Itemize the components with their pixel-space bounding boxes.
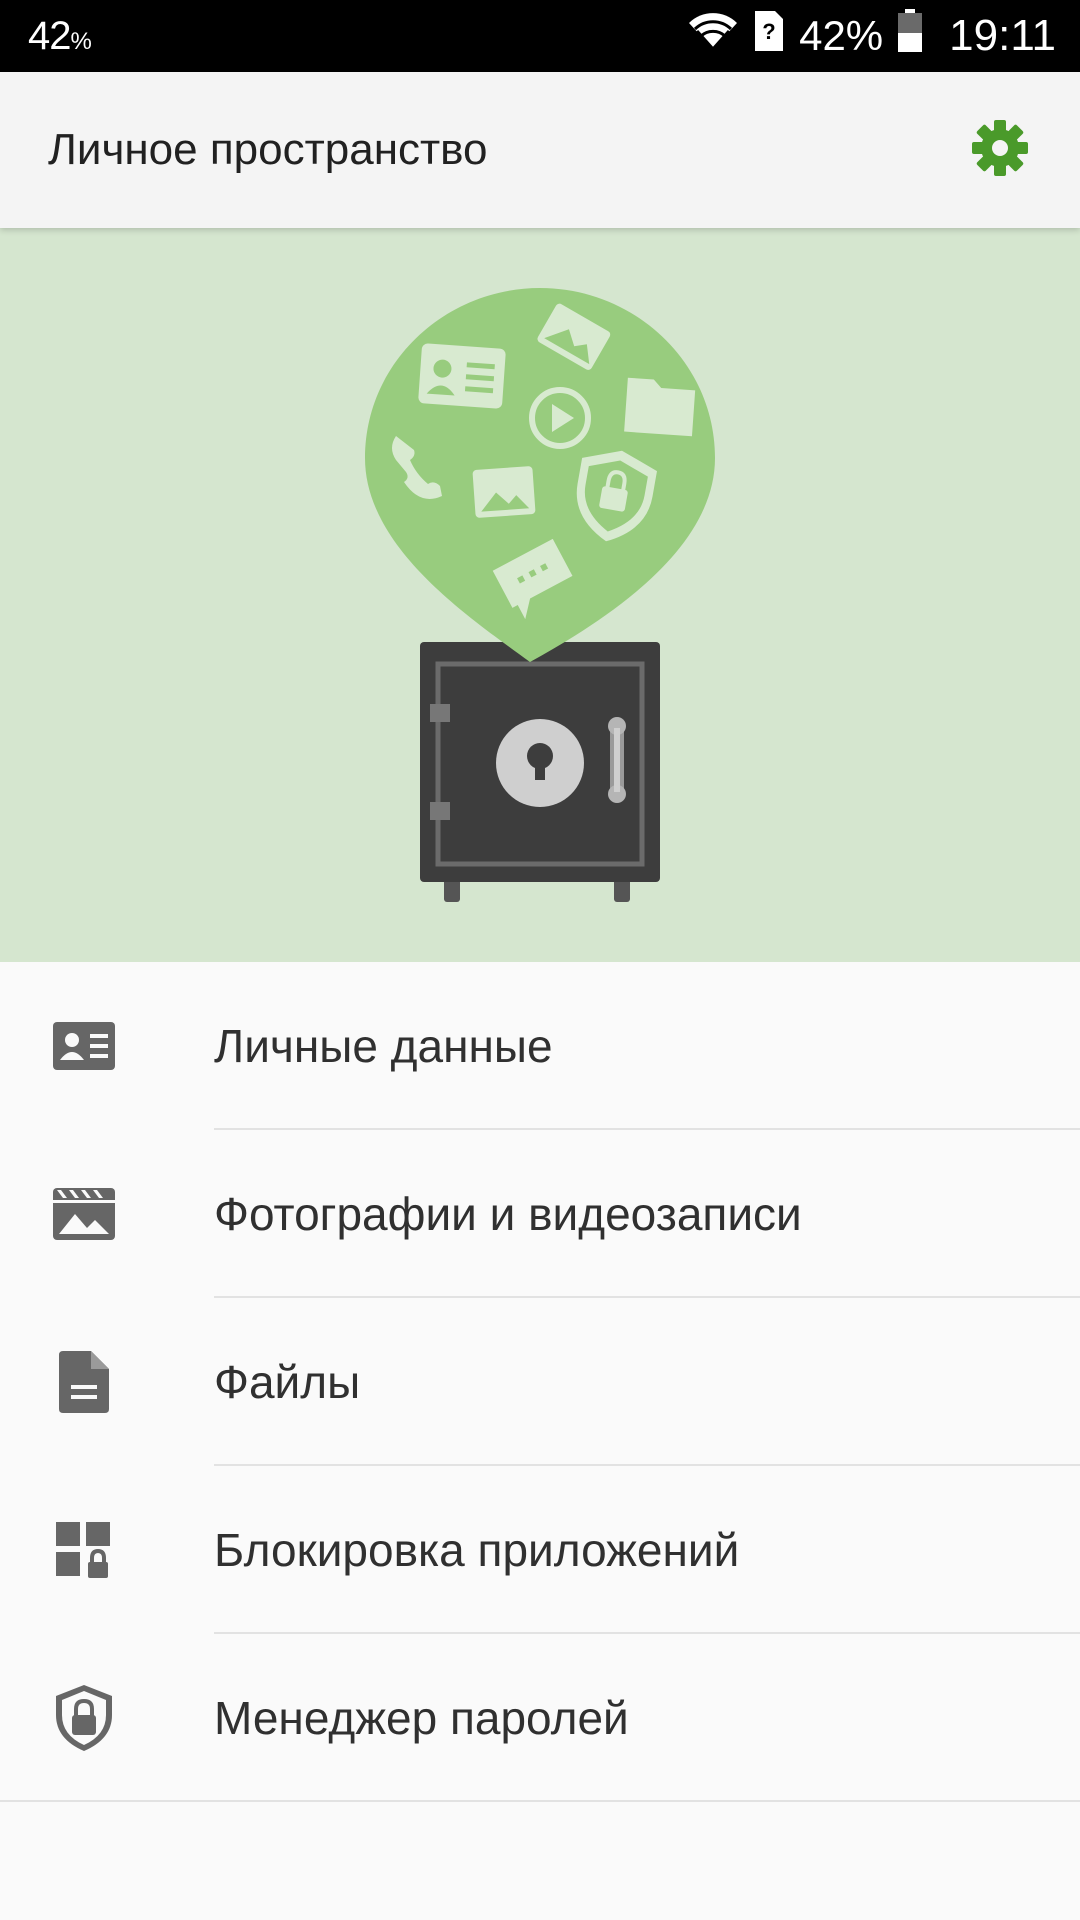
menu-list: Личные данные Фотографии и видеозаписи Ф… xyxy=(0,962,1080,1802)
status-bar: 42% ? 42% 19:11 xyxy=(0,0,1080,72)
svg-text:?: ? xyxy=(762,19,775,44)
status-right-group: ? 42% 19:11 xyxy=(687,9,1056,63)
wifi-icon xyxy=(687,11,739,61)
page-title: Личное пространство xyxy=(48,125,488,174)
hero-illustration xyxy=(0,228,1080,962)
photo-video-icon xyxy=(50,1180,118,1248)
menu-item-label: Файлы xyxy=(214,1356,361,1408)
contact-card-icon xyxy=(418,343,506,409)
menu-item-app-lock[interactable]: Блокировка приложений xyxy=(0,1466,1080,1634)
status-left-indicator: 42% xyxy=(28,12,92,66)
menu-item-label: Личные данные xyxy=(214,1020,553,1072)
menu-item-label: Блокировка приложений xyxy=(214,1524,740,1576)
menu-item-photos-videos[interactable]: Фотографии и видеозаписи xyxy=(0,1130,1080,1298)
battery-icon xyxy=(897,9,923,63)
app-lock-icon xyxy=(50,1516,118,1584)
image-icon xyxy=(472,466,536,518)
menu-item-label: Фотографии и видеозаписи xyxy=(214,1188,802,1240)
battery-percent: 42% xyxy=(799,12,884,59)
menu-item-password-manager[interactable]: Менеджер паролей xyxy=(0,1634,1080,1802)
menu-item-files[interactable]: Файлы xyxy=(0,1298,1080,1466)
document-icon xyxy=(50,1348,118,1416)
status-left-unit: % xyxy=(70,28,92,55)
contact-card-icon xyxy=(50,1012,118,1080)
gear-icon xyxy=(970,118,1030,183)
menu-item-label: Менеджер паролей xyxy=(214,1692,629,1744)
safe-illustration xyxy=(365,288,715,902)
settings-button[interactable] xyxy=(964,114,1036,186)
divider xyxy=(0,1800,1080,1802)
sim-unknown-icon: ? xyxy=(753,9,785,63)
status-clock: 19:11 xyxy=(949,11,1056,60)
app-bar: Личное пространство xyxy=(0,72,1080,228)
shield-lock-icon xyxy=(50,1684,118,1752)
safe-icon xyxy=(420,642,660,902)
status-left-value: 42 xyxy=(28,14,71,58)
menu-item-personal-data[interactable]: Личные данные xyxy=(0,962,1080,1130)
